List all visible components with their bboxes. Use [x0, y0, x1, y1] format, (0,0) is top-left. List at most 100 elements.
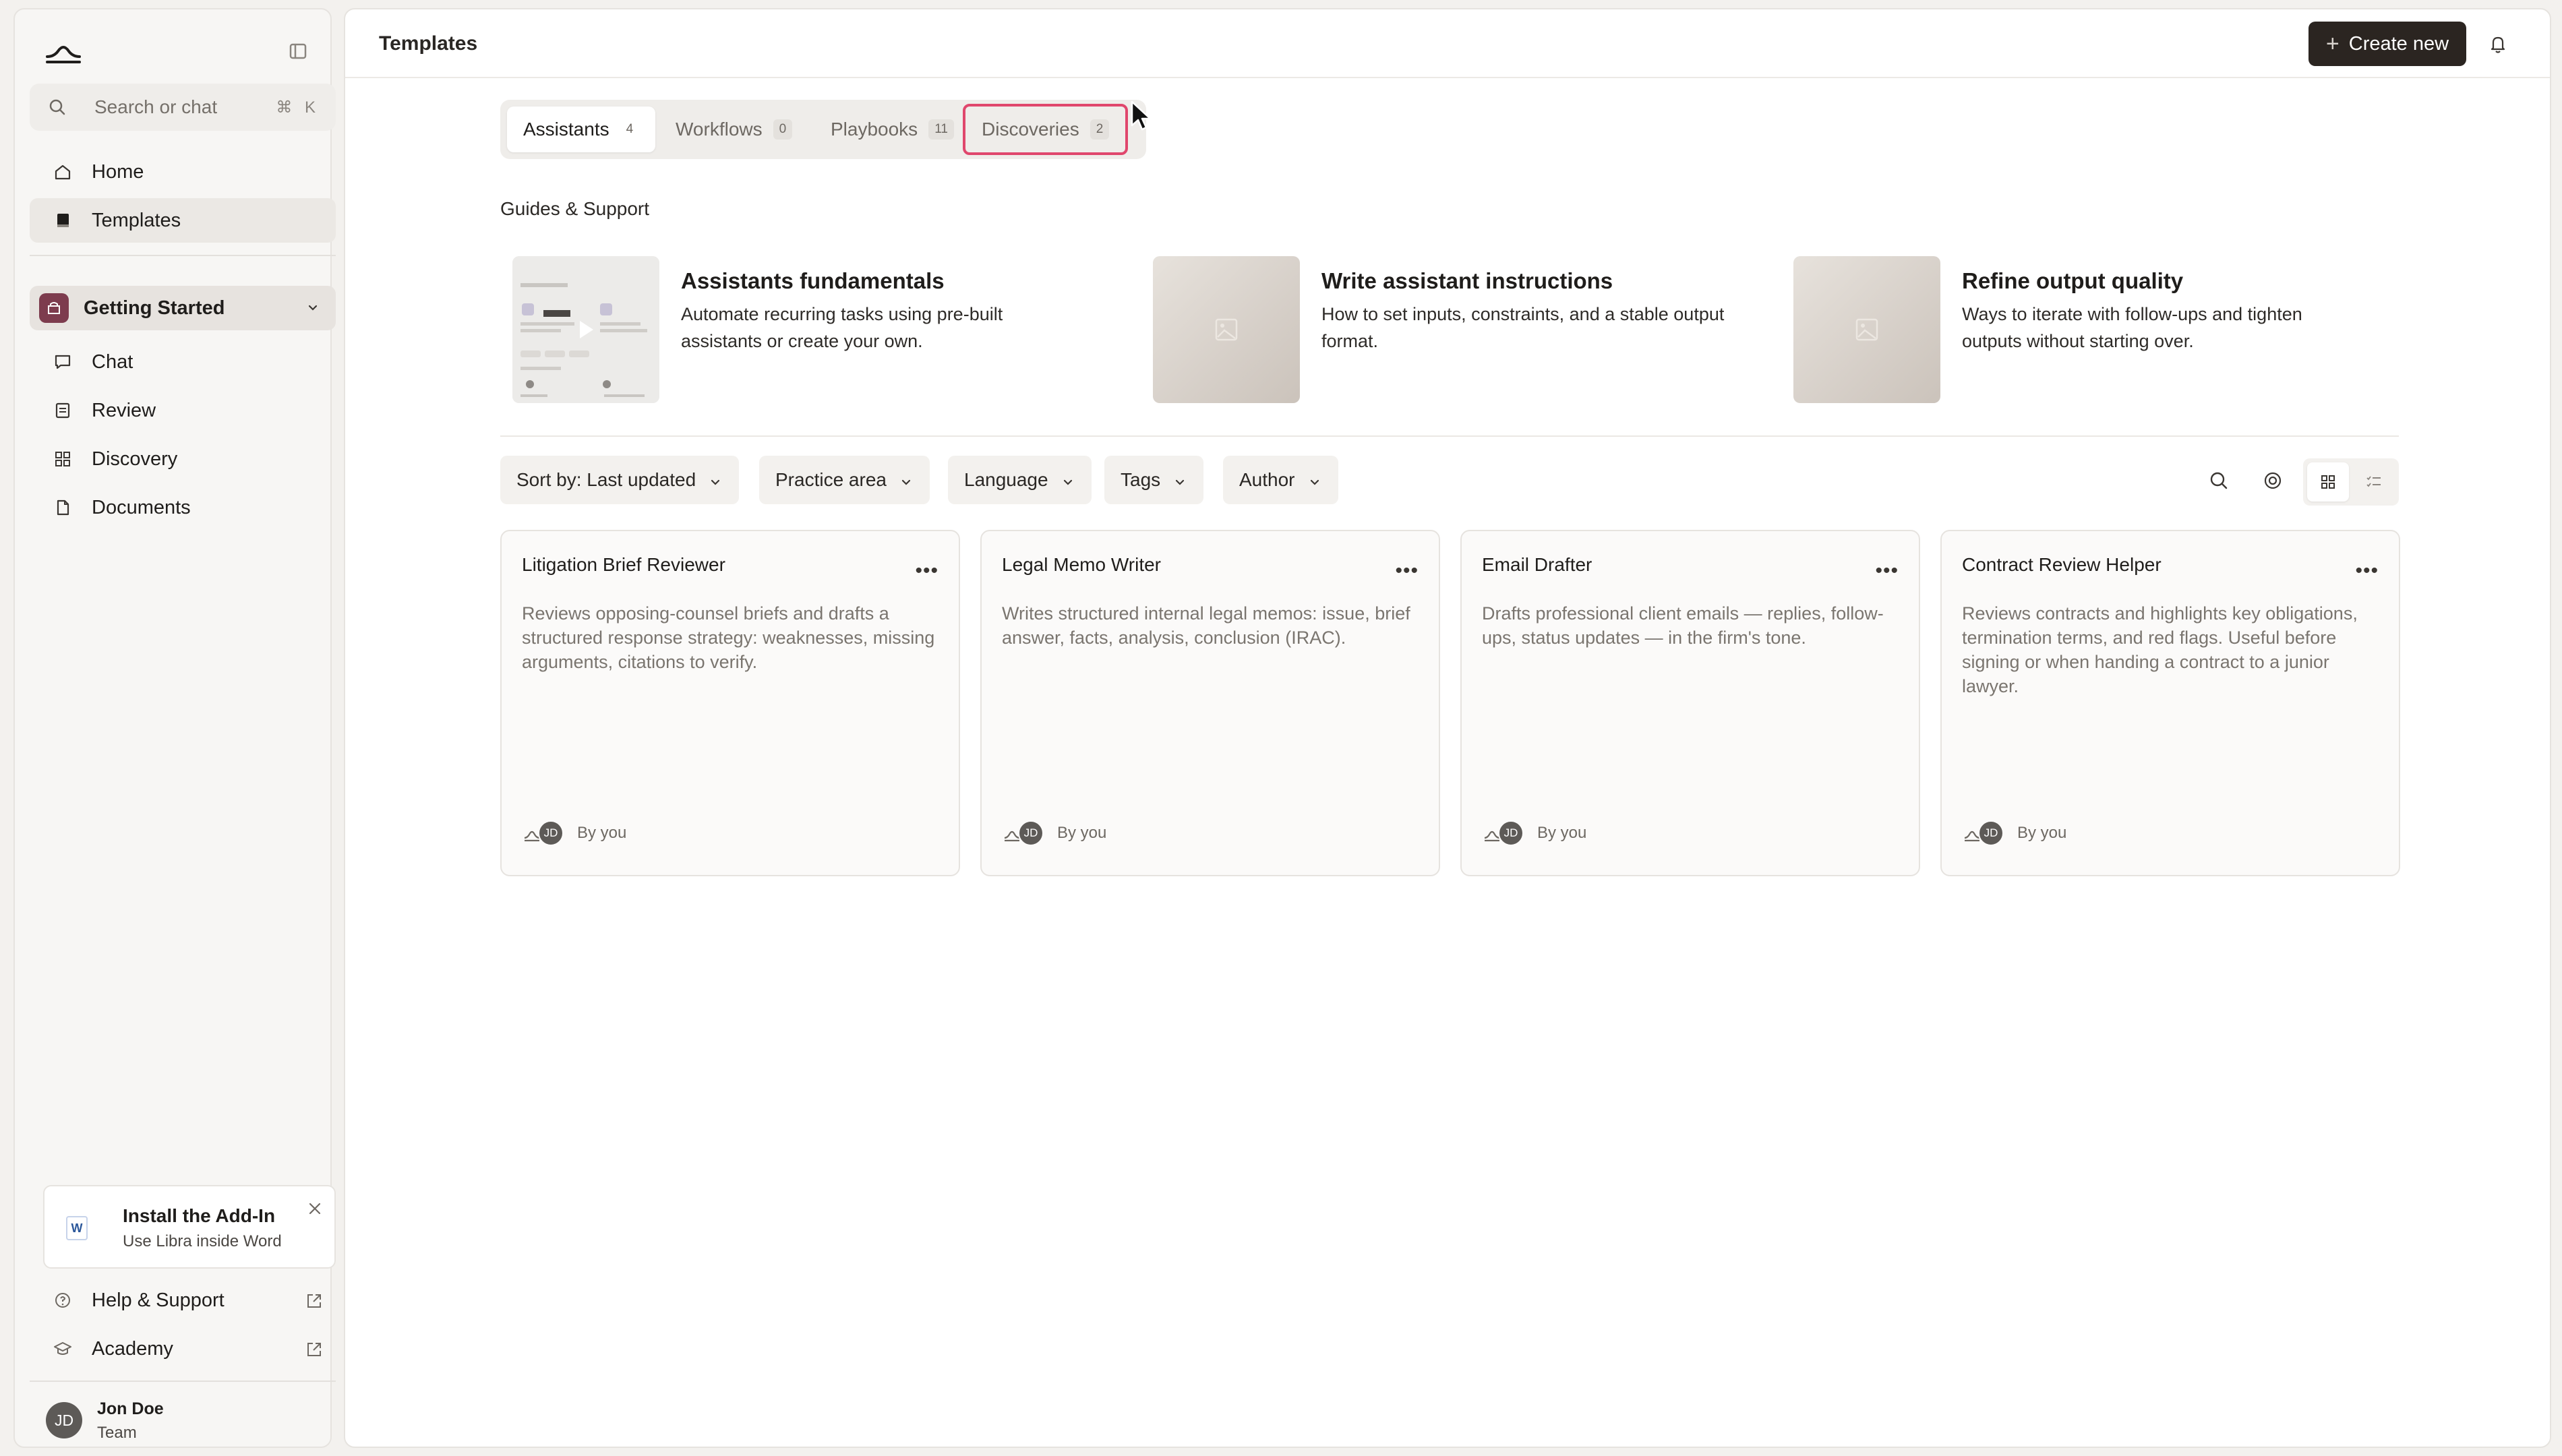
card-description: Reviews opposing-counsel briefs and draf…	[522, 603, 935, 672]
tab-assistants[interactable]: Assistants 4	[507, 107, 656, 152]
guide-description: Automate recurring tasks using pre-built…	[681, 304, 1003, 351]
card-title: Litigation Brief Reviewer	[522, 554, 725, 575]
discovery-icon	[53, 449, 73, 469]
bell-icon[interactable]	[2486, 32, 2509, 55]
template-card[interactable]: Email Drafter ••• Drafts professional cl…	[1460, 530, 1920, 876]
nav-documents[interactable]: Documents	[30, 485, 336, 530]
card-footer: JD By you	[522, 818, 626, 848]
sidebar-header	[35, 34, 318, 69]
grid-view-icon[interactable]	[2307, 462, 2349, 502]
nav-documents-label: Documents	[92, 496, 191, 518]
nav-review[interactable]: Review	[30, 388, 336, 433]
more-options-icon[interactable]: •••	[915, 559, 939, 582]
review-icon	[53, 400, 73, 421]
search-shortcut: ⌘ K	[276, 98, 320, 117]
view-toggle	[2303, 458, 2399, 506]
chevron-down-icon	[899, 473, 914, 487]
nav-home-label: Home	[92, 160, 144, 183]
author-label: Author	[1239, 469, 1295, 490]
tab-label: Assistants	[523, 119, 609, 140]
template-card[interactable]: Litigation Brief Reviewer ••• Reviews op…	[500, 530, 960, 876]
nav-chat-label: Chat	[92, 351, 133, 373]
academy-link[interactable]: Academy	[30, 1327, 336, 1371]
nav-templates-label: Templates	[92, 209, 181, 231]
close-icon[interactable]	[306, 1200, 324, 1217]
main-panel: Templates + Create new Assistants 4 Work…	[344, 8, 2551, 1448]
collapse-sidebar-icon[interactable]	[285, 38, 311, 65]
tags-filter[interactable]: Tags	[1104, 456, 1204, 504]
addin-title: Install the Add-In	[123, 1205, 276, 1226]
list-view-icon[interactable]	[2353, 462, 2395, 502]
nav-templates[interactable]: Templates	[30, 198, 336, 243]
sort-dropdown[interactable]: Sort by: Last updated	[500, 456, 740, 504]
template-tabs: Assistants 4 Workflows 0 Playbooks 11 Di…	[500, 100, 1146, 159]
section-divider	[500, 435, 2399, 437]
academy-label: Academy	[92, 1337, 173, 1360]
chevron-down-icon	[305, 299, 321, 315]
page-title: Templates	[379, 32, 478, 55]
more-options-icon[interactable]: •••	[2355, 559, 2379, 582]
guide-thumbnail	[1153, 256, 1300, 403]
more-options-icon[interactable]: •••	[1395, 559, 1419, 582]
tab-playbooks[interactable]: Playbooks 11	[814, 107, 970, 152]
practice-area-filter[interactable]: Practice area	[759, 456, 930, 504]
template-card[interactable]: Legal Memo Writer ••• Writes structured …	[980, 530, 1440, 876]
workspace-label: Getting Started	[84, 297, 225, 319]
card-footer: JD By you	[1002, 818, 1106, 848]
guide-thumbnail	[1793, 256, 1940, 403]
install-addin-card[interactable]: W Install the Add-In Use Libra inside Wo…	[43, 1185, 336, 1269]
top-bar: Templates + Create new	[345, 9, 2550, 78]
guide-title: Assistants fundamentals	[681, 268, 945, 293]
guide-card[interactable]: Refine output quality Ways to iterate wi…	[1793, 256, 2400, 403]
chevron-down-icon	[1172, 473, 1187, 487]
chevron-down-icon	[1061, 473, 1075, 487]
workspace-selector[interactable]: Getting Started	[30, 286, 336, 330]
search-icon	[47, 97, 67, 117]
language-filter[interactable]: Language	[948, 456, 1092, 504]
tab-workflows[interactable]: Workflows 0	[659, 107, 808, 152]
external-link-icon	[305, 1340, 324, 1362]
search-input[interactable]: Search or chat ⌘ K	[30, 84, 336, 131]
create-new-label: Create new	[2348, 32, 2449, 55]
tags-label: Tags	[1121, 469, 1161, 490]
card-footer: JD By you	[1962, 818, 2066, 848]
avatar: JD	[46, 1402, 82, 1438]
more-options-icon[interactable]: •••	[1875, 559, 1899, 582]
tab-count: 2	[1090, 119, 1110, 140]
tab-label: Discoveries	[982, 119, 1079, 140]
guide-card[interactable]: Assistants fundamentals Automate recurri…	[512, 256, 1119, 403]
nav-discovery[interactable]: Discovery	[30, 437, 336, 481]
settings-icon[interactable]	[2261, 469, 2284, 492]
card-title: Legal Memo Writer	[1002, 554, 1162, 575]
academy-icon	[53, 1339, 73, 1359]
search-icon[interactable]	[2207, 469, 2230, 492]
sidebar-divider	[30, 1381, 336, 1382]
nav-chat[interactable]: Chat	[30, 340, 336, 384]
guides-section-label: Guides & Support	[500, 198, 650, 219]
language-label: Language	[964, 469, 1048, 490]
user-profile[interactable]: JD Jon Doe Team	[34, 1397, 330, 1444]
avatar: JD	[1018, 820, 1044, 846]
user-team: Team	[97, 1424, 137, 1442]
chevron-down-icon	[1307, 473, 1322, 487]
author-filter[interactable]: Author	[1223, 456, 1338, 504]
tab-count: 0	[773, 119, 793, 140]
addin-subtitle: Use Libra inside Word	[123, 1232, 282, 1250]
sort-label: Sort by: Last updated	[516, 469, 696, 490]
template-card[interactable]: Contract Review Helper ••• Reviews contr…	[1940, 530, 2400, 876]
help-support-link[interactable]: Help & Support	[30, 1278, 336, 1323]
chevron-down-icon	[708, 473, 723, 487]
guide-card[interactable]: Write assistant instructions How to set …	[1153, 256, 1760, 403]
app-logo-icon[interactable]	[44, 34, 82, 66]
documents-icon	[53, 497, 73, 518]
avatar: JD	[1498, 820, 1524, 846]
mouse-cursor-icon	[1130, 100, 1154, 133]
tab-count: 4	[620, 119, 640, 140]
tab-label: Workflows	[676, 119, 763, 140]
nav-home[interactable]: Home	[30, 150, 336, 194]
tab-discoveries[interactable]: Discoveries 2	[963, 104, 1129, 155]
create-new-button[interactable]: + Create new	[2308, 22, 2466, 66]
workspace-icon	[39, 293, 69, 323]
sidebar: Search or chat ⌘ K Home Templates Gettin…	[13, 8, 336, 1448]
plus-icon: +	[2325, 30, 2340, 57]
